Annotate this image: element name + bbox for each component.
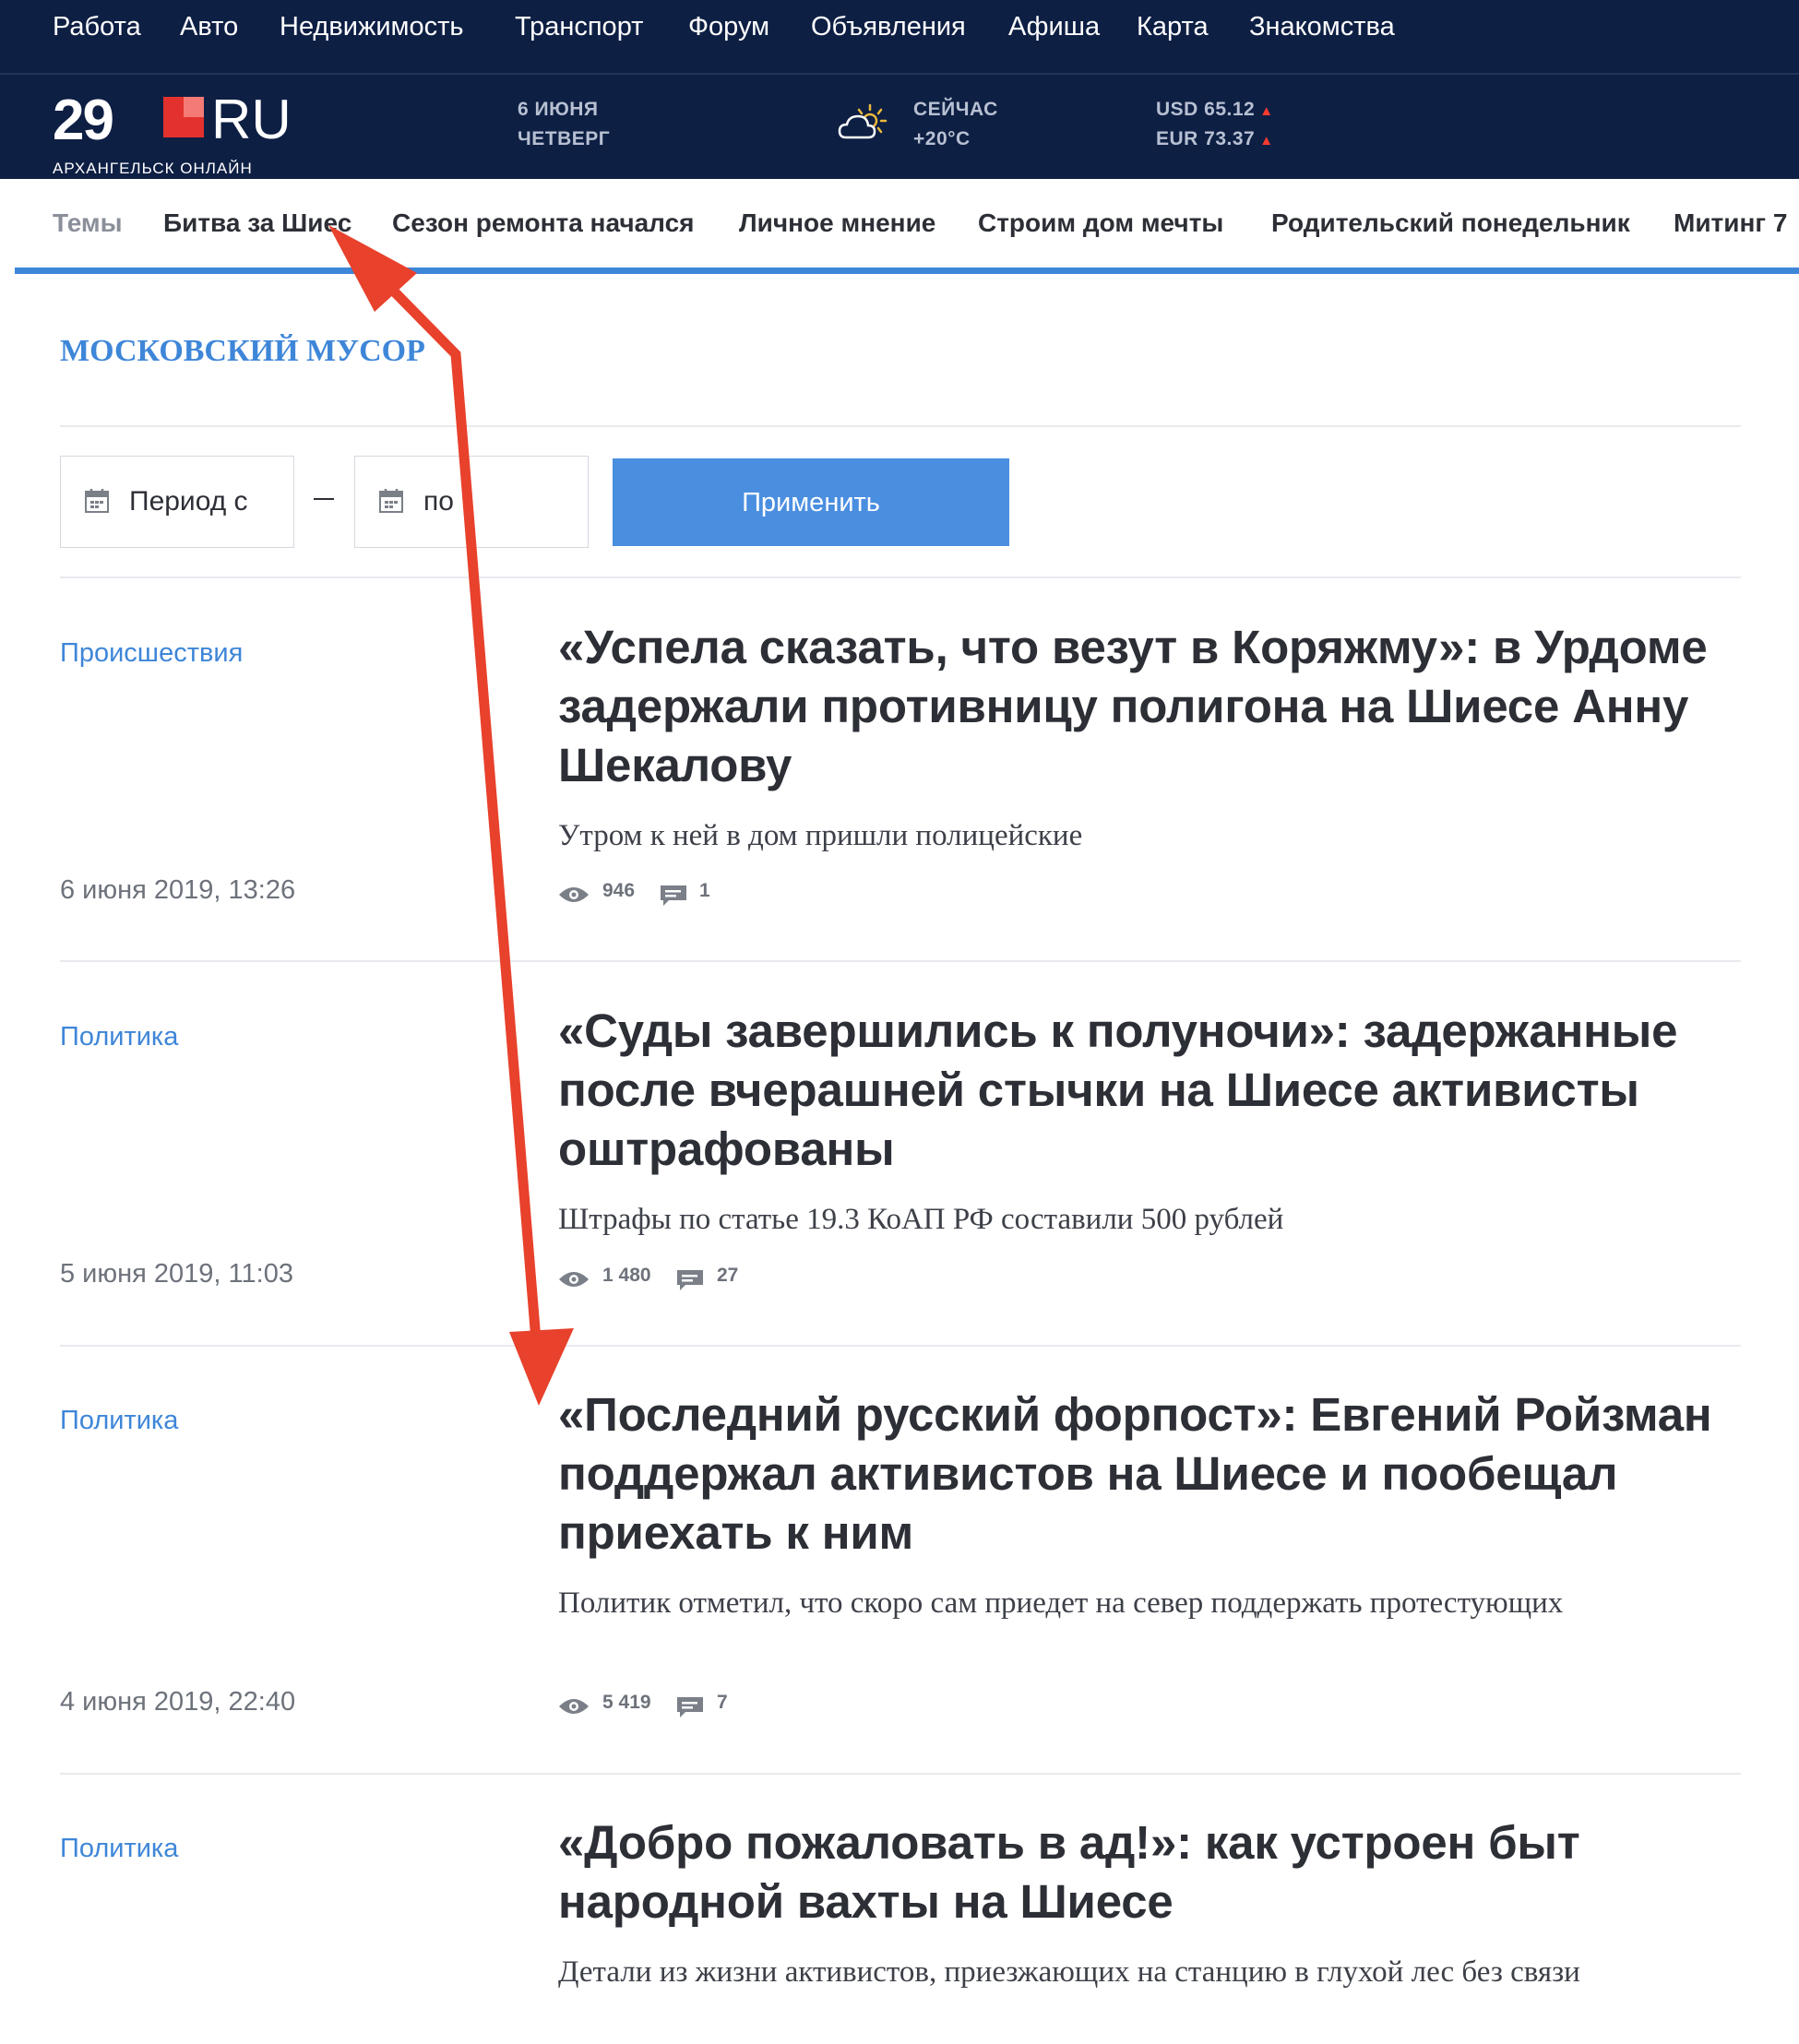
article-title[interactable]: «Добро пожаловать в ад!»: как устроен бы… (558, 1813, 1757, 1931)
date-weekday: ЧЕТВЕРГ (518, 128, 611, 149)
nav-link-obyavleniya[interactable]: Объявления (811, 12, 966, 42)
partly-cloudy-icon (838, 103, 888, 139)
divider (60, 425, 1741, 427)
divider (60, 1773, 1741, 1775)
weather-temperature: +20°C (913, 128, 971, 149)
nav-link-afisha[interactable]: Афиша (1008, 12, 1100, 42)
page-title: МОСКОВСКИЙ МУСОР (60, 334, 425, 368)
range-dash (314, 498, 334, 500)
article-lead: Утром к ней в дом пришли полицейские (558, 819, 1083, 852)
theme-miting[interactable]: Митинг 7 (1674, 208, 1787, 238)
themes-underline (15, 267, 1799, 274)
article-lead: Штрафы по статье 19.3 КоАП РФ составили … (558, 1203, 1284, 1236)
article-date: 4 июня 2019, 22:40 (60, 1687, 296, 1717)
divider (60, 576, 1741, 578)
calendar-icon (85, 489, 109, 513)
themes-bar: Темы Битва за Шиес Сезон ремонта начался… (0, 179, 1799, 267)
period-to-field[interactable]: по (354, 456, 589, 548)
date-day: 6 ИЮНЯ (518, 99, 599, 120)
theme-sezon-remonta[interactable]: Сезон ремонта начался (392, 208, 694, 238)
weather-label: СЕЙЧАС (913, 99, 998, 120)
views-count: 5 419 (602, 1692, 651, 1713)
divider (60, 1345, 1741, 1347)
rate-up-icon: ▲ (1259, 103, 1274, 119)
theme-lichnoe-mnenie[interactable]: Личное мнение (739, 208, 935, 238)
article-date: 6 июня 2019, 13:26 (60, 875, 296, 905)
eye-icon (559, 1699, 589, 1714)
eur-rate: EUR 73.37 ▲ (1156, 128, 1274, 150)
usd-rate: USD 65.12 ▲ (1156, 99, 1274, 121)
theme-stroim-dom[interactable]: Строим дом мечты (978, 208, 1223, 238)
period-to-placeholder: по (423, 486, 454, 517)
nav-link-forum[interactable]: Форум (688, 12, 769, 42)
comment-icon (677, 1697, 703, 1717)
site-logo[interactable]: 29 RU АРХАНГЕЛЬСК ОНЛАЙН (53, 89, 311, 177)
article-lead: Детали из жизни активистов, приезжающих … (558, 1955, 1580, 1989)
eye-icon (559, 887, 589, 902)
article-category[interactable]: Политика (60, 1022, 178, 1052)
article-date: 5 июня 2019, 11:03 (60, 1259, 293, 1289)
page: Работа Авто Недвижимость Транспорт Форум… (0, 0, 1799, 2044)
apply-button[interactable]: Применить (613, 458, 1009, 546)
rate-up-icon: ▲ (1259, 133, 1274, 149)
article-category[interactable]: Происшествия (60, 638, 243, 669)
article-title[interactable]: «Суды завершились к полуночи»: задержанн… (558, 1002, 1757, 1179)
article-category[interactable]: Политика (60, 1406, 178, 1436)
logo-number: 29 (53, 89, 114, 152)
comments-count: 7 (717, 1692, 728, 1713)
nav-link-nedvizhimost[interactable]: Недвижимость (280, 12, 464, 42)
article-title[interactable]: «Успела сказать, что везут в Коряжму»: в… (558, 618, 1757, 795)
eye-icon (559, 1272, 589, 1287)
comment-icon (661, 885, 686, 906)
top-navigation: Работа Авто Недвижимость Транспорт Форум… (0, 0, 1799, 73)
nav-link-avto[interactable]: Авто (180, 12, 238, 42)
comment-icon (677, 1270, 703, 1290)
nav-link-karta[interactable]: Карта (1137, 12, 1209, 42)
themes-label: Темы (53, 208, 123, 237)
article-lead: Политик отметил, что скоро сам приедет н… (558, 1586, 1564, 1620)
eur-rate-value: EUR 73.37 (1156, 128, 1256, 149)
nav-link-znakomstva[interactable]: Знакомства (1249, 12, 1395, 42)
brand-bar: 29 RU АРХАНГЕЛЬСК ОНЛАЙН 6 ИЮНЯ ЧЕТВЕРГ … (0, 75, 1799, 179)
usd-rate-value: USD 65.12 (1156, 99, 1256, 120)
divider (60, 960, 1741, 962)
comments-count: 1 (699, 880, 710, 901)
logo-subtitle: АРХАНГЕЛЬСК ОНЛАЙН (53, 160, 253, 177)
theme-bitva-za-shies[interactable]: Битва за Шиес (163, 208, 351, 238)
comments-count: 27 (717, 1265, 739, 1286)
article-title[interactable]: «Последний русский форпост»: Евгений Рой… (558, 1385, 1757, 1563)
logo-suffix: RU (211, 89, 292, 150)
logo-square-highlight (184, 97, 204, 117)
article-category[interactable]: Политика (60, 1834, 178, 1864)
views-count: 1 480 (602, 1265, 651, 1286)
calendar-icon (379, 489, 403, 513)
theme-roditelskiy-ponedelnik[interactable]: Родительский понедельник (1271, 208, 1630, 238)
period-from-field[interactable]: Период с (60, 456, 294, 548)
nav-link-transport[interactable]: Транспорт (515, 12, 643, 42)
period-from-placeholder: Период с (129, 486, 248, 517)
views-count: 946 (602, 880, 636, 901)
nav-link-rabota[interactable]: Работа (53, 12, 141, 42)
